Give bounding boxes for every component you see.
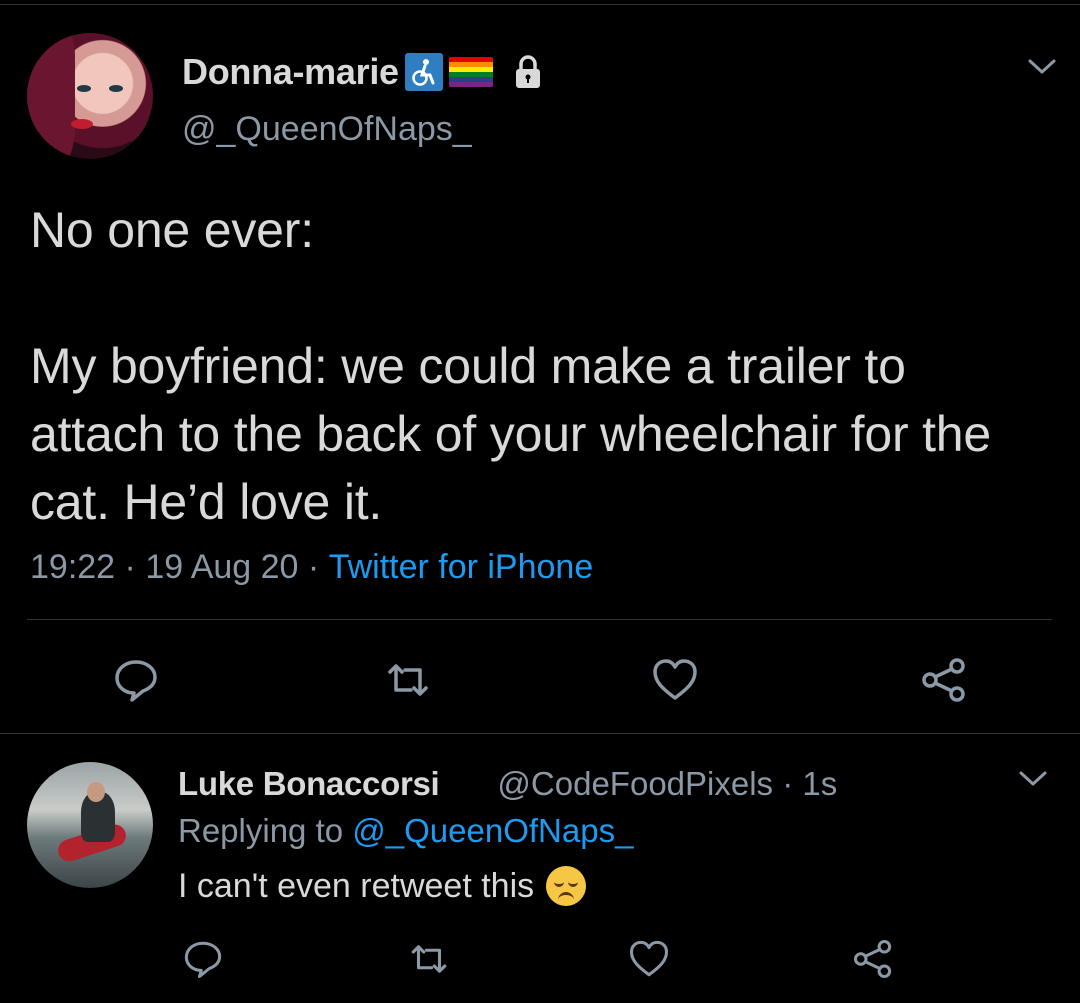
reply-icon[interactable] — [112, 656, 160, 704]
author-avatar[interactable] — [27, 33, 153, 159]
avatar-eye — [77, 85, 91, 92]
tweet-actions — [0, 652, 1080, 708]
tweet-text: No one ever: My boyfriend: we could make… — [30, 202, 991, 530]
rainbow-flag-icon — [448, 57, 493, 87]
avatar-eye — [109, 85, 123, 92]
replying-prefix: Replying to — [178, 812, 353, 849]
top-divider — [0, 4, 1080, 5]
meta-separator: · — [115, 548, 146, 586]
reply-display-name[interactable]: Luke Bonaccorsi — [178, 765, 440, 803]
chevron-down-icon[interactable] — [1018, 770, 1048, 788]
reply-actions — [0, 936, 1080, 984]
meta-separator: · — [298, 548, 329, 586]
like-icon[interactable] — [628, 938, 670, 980]
rainbow-flag-icon — [445, 771, 485, 798]
avatar-head — [87, 782, 105, 802]
like-icon[interactable] — [651, 656, 699, 704]
section-divider — [0, 733, 1080, 734]
replying-to-mention[interactable]: @_QueenOfNaps_ — [352, 812, 633, 849]
reply-handle[interactable]: @CodeFoodPixels — [497, 765, 773, 803]
tweet-source-link[interactable]: Twitter for iPhone — [329, 548, 594, 587]
author-name-row: Donna-marie — [182, 50, 543, 94]
author-display-name[interactable]: Donna-marie — [182, 51, 399, 93]
wheelchair-icon — [404, 53, 443, 91]
reply-age: · 1s — [773, 765, 838, 802]
avatar-hair — [27, 33, 75, 159]
share-icon[interactable] — [920, 656, 968, 704]
chevron-down-icon[interactable] — [1027, 58, 1057, 76]
tweet-meta: 19:22 · 19 Aug 20 · Twitter for iPhone — [30, 548, 593, 587]
reply-icon[interactable] — [182, 938, 224, 980]
tweet-divider — [27, 619, 1052, 620]
reply-text-row: I can't even retweet this — [178, 866, 587, 906]
retweet-icon[interactable] — [384, 656, 432, 704]
reply-author-avatar[interactable] — [27, 762, 153, 888]
reply-header: Luke Bonaccorsi @CodeFoodPixels · 1s — [178, 762, 837, 806]
tweet-time[interactable]: 19:22 — [30, 548, 115, 587]
avatar-lips — [71, 119, 93, 129]
author-handle[interactable]: @_QueenOfNaps_ — [182, 110, 472, 149]
reply-text: I can't even retweet this — [178, 866, 535, 905]
retweet-icon[interactable] — [408, 938, 450, 980]
replying-to: Replying to @_QueenOfNaps_ — [178, 812, 633, 850]
tweet-date[interactable]: 19 Aug 20 — [145, 548, 298, 587]
lock-icon — [513, 52, 543, 92]
disappointed-face-emoji — [546, 866, 587, 906]
share-icon[interactable] — [852, 938, 894, 980]
